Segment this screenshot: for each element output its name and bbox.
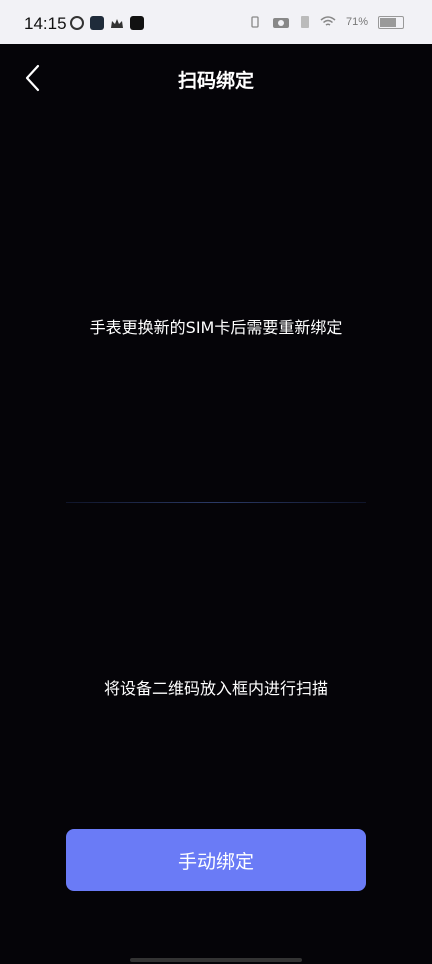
wifi-icon: [320, 16, 336, 26]
scan-frame: [66, 350, 366, 650]
tiktok-icon: [130, 16, 144, 30]
page-title: 扫码绑定: [177, 70, 254, 92]
status-bar: 14:15 71%: [0, 0, 432, 44]
vibrate-icon: [251, 16, 259, 28]
crown-icon: [110, 16, 124, 30]
battery-percent: 71%: [345, 16, 368, 28]
sim-change-hint: 手表更换新的SIM卡后需要重新绑定: [89, 318, 343, 337]
app-notification-icon: [70, 16, 84, 30]
scan-line: [66, 502, 366, 503]
scan-instruction: 将设备二维码放入框内进行扫描: [103, 679, 328, 698]
battery-icon: [378, 15, 404, 29]
status-right-icons: 71%: [248, 15, 404, 29]
app-notification-icon: [90, 16, 104, 30]
sim-icon: [300, 16, 309, 28]
status-time: 14:15: [24, 14, 67, 33]
camera-icon: [272, 18, 289, 28]
home-indicator[interactable]: [130, 958, 302, 962]
notification-icons: [70, 16, 144, 30]
manual-bind-button[interactable]: 手动绑定: [66, 829, 366, 891]
